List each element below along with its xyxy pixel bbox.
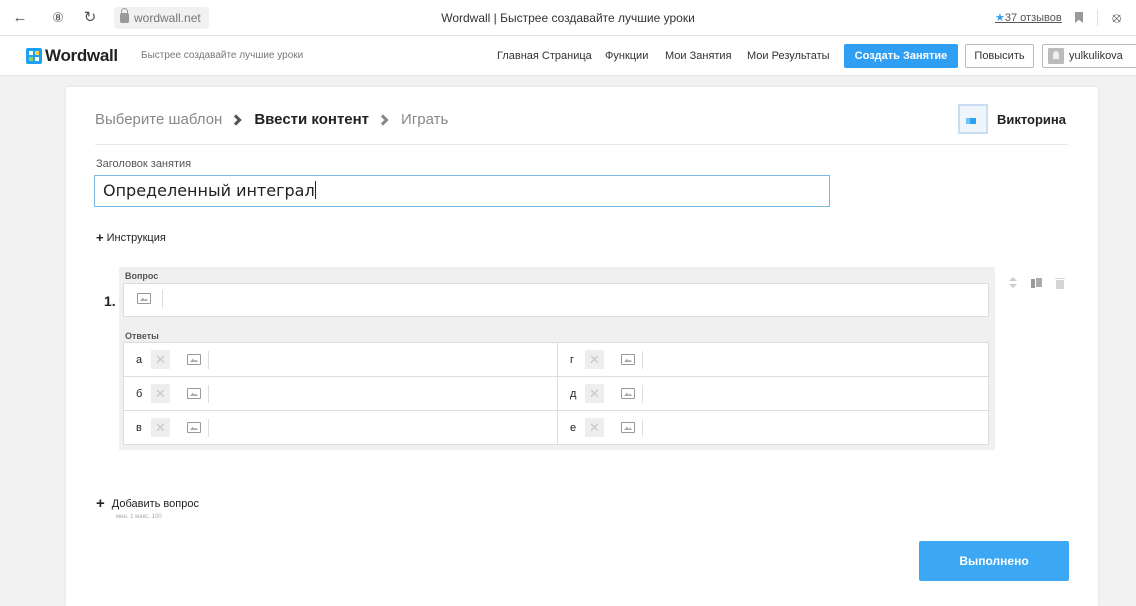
template-indicator[interactable]: Викторина: [957, 104, 1066, 134]
nav-my-results[interactable]: Мои Результаты: [747, 50, 830, 62]
answer-letter: б: [136, 388, 143, 400]
extension-icon[interactable]: ⦻: [1112, 9, 1121, 26]
image-icon[interactable]: [187, 422, 201, 433]
incorrect-mark-icon[interactable]: ✕: [151, 384, 170, 403]
answer-letter: а: [136, 354, 143, 366]
answer-c[interactable]: в ✕: [124, 411, 557, 445]
wordwall-logo[interactable]: Wordwall: [26, 46, 118, 66]
incorrect-mark-icon[interactable]: ✕: [151, 350, 170, 369]
breadcrumb: Выберите шаблон Ввести контент Играть: [95, 111, 448, 128]
divider: [1097, 10, 1098, 26]
question-panel: Вопрос Ответы а ✕ б ✕ в ✕ г ✕ д ✕ е ✕: [119, 267, 995, 450]
image-icon[interactable]: [187, 354, 201, 365]
duplicate-icon[interactable]: [1030, 277, 1043, 289]
reload-icon[interactable]: ↻: [80, 8, 100, 28]
incorrect-mark-icon[interactable]: ✕: [585, 350, 604, 369]
activity-title-value: Определенный интеграл: [103, 181, 315, 200]
question-input[interactable]: [123, 283, 989, 317]
divider: [162, 290, 163, 308]
avatar: [1048, 48, 1064, 64]
username: yulkulikova: [1069, 50, 1123, 62]
back-arrow-icon[interactable]: ←: [10, 8, 30, 28]
image-icon[interactable]: [137, 293, 151, 304]
site-header: Wordwall Быстрее создавайте лучшие уроки…: [0, 36, 1136, 76]
quiz-template-icon: [957, 104, 988, 134]
divider: [642, 351, 643, 369]
create-activity-button[interactable]: Создать Занятие: [844, 44, 958, 68]
answer-e[interactable]: д ✕: [557, 377, 990, 411]
add-instruction-label: Инструкция: [106, 231, 166, 244]
activity-title-label: Заголовок занятия: [96, 158, 192, 170]
answer-a[interactable]: а ✕: [124, 343, 557, 377]
image-icon[interactable]: [621, 354, 635, 365]
nav-home[interactable]: Главная Страница: [497, 50, 592, 62]
text-cursor: [314, 181, 316, 199]
done-button[interactable]: Выполнено: [919, 541, 1069, 581]
answer-letter: г: [570, 354, 575, 366]
add-question-label: Добавить вопрос: [111, 497, 199, 510]
question-tools: [1006, 277, 1066, 289]
answer-d[interactable]: г ✕: [557, 343, 990, 377]
editor-card: Выберите шаблон Ввести контент Играть Ви…: [66, 87, 1098, 606]
image-icon[interactable]: [187, 388, 201, 399]
user-menu-button[interactable]: yulkulikova: [1042, 44, 1136, 68]
step-choose-template[interactable]: Выберите шаблон: [95, 111, 222, 128]
divider: [642, 385, 643, 403]
yandex-protect-icon[interactable]: ⑧: [48, 8, 68, 28]
image-icon[interactable]: [621, 422, 635, 433]
answer-letter: е: [570, 422, 577, 434]
incorrect-mark-icon[interactable]: ✕: [585, 384, 604, 403]
activity-title-input[interactable]: Определенный интеграл: [94, 175, 830, 207]
plus-icon: +: [96, 230, 104, 245]
tagline: Быстрее создавайте лучшие уроки: [141, 50, 304, 61]
url-text: wordwall.net: [134, 11, 201, 25]
delete-icon[interactable]: [1054, 277, 1066, 289]
divider: [95, 144, 1068, 145]
answer-f[interactable]: е ✕: [557, 411, 990, 445]
incorrect-mark-icon[interactable]: ✕: [151, 418, 170, 437]
image-icon[interactable]: [621, 388, 635, 399]
reviews-text: 37 отзывов: [1004, 12, 1062, 24]
logo-text: Wordwall: [45, 46, 118, 65]
step-play: Играть: [401, 111, 449, 128]
answer-letter: в: [136, 422, 142, 434]
star-icon: ★: [995, 12, 1005, 24]
question-limits: мин. 1 макс. 100: [116, 514, 162, 520]
reviews-link[interactable]: ★37 отзывов: [995, 11, 1062, 24]
bookmark-icon[interactable]: [1075, 12, 1083, 23]
answers-grid: а ✕ б ✕ в ✕ г ✕ д ✕ е ✕: [123, 342, 990, 445]
reorder-icon[interactable]: [1006, 277, 1018, 289]
add-question-button[interactable]: + Добавить вопрос: [96, 495, 199, 512]
divider: [208, 351, 209, 369]
divider: [208, 419, 209, 437]
nav-my-activities[interactable]: Мои Занятия: [665, 50, 732, 62]
add-instruction-button[interactable]: + Инструкция: [96, 230, 166, 245]
question-label: Вопрос: [125, 271, 159, 281]
answer-letter: д: [570, 388, 577, 400]
question-number: 1.: [104, 293, 116, 309]
incorrect-mark-icon[interactable]: ✕: [585, 418, 604, 437]
plus-icon: +: [96, 495, 105, 512]
chevron-right-icon: [377, 113, 389, 126]
chevron-right-icon: [230, 113, 242, 126]
upgrade-button[interactable]: Повысить: [965, 44, 1034, 68]
answer-b[interactable]: б ✕: [124, 377, 557, 411]
template-name: Викторина: [996, 111, 1066, 127]
step-enter-content: Ввести контент: [254, 111, 370, 128]
lock-icon: [120, 8, 129, 23]
divider: [642, 419, 643, 437]
answers-label: Ответы: [125, 331, 159, 341]
divider: [208, 385, 209, 403]
address-bar[interactable]: wordwall.net: [114, 7, 209, 29]
nav-features[interactable]: Функции: [605, 50, 648, 62]
browser-toolbar: ← ⑧ ↻ wordwall.net Wordwall | Быстрее со…: [0, 0, 1136, 36]
logo-icon: [26, 48, 42, 64]
